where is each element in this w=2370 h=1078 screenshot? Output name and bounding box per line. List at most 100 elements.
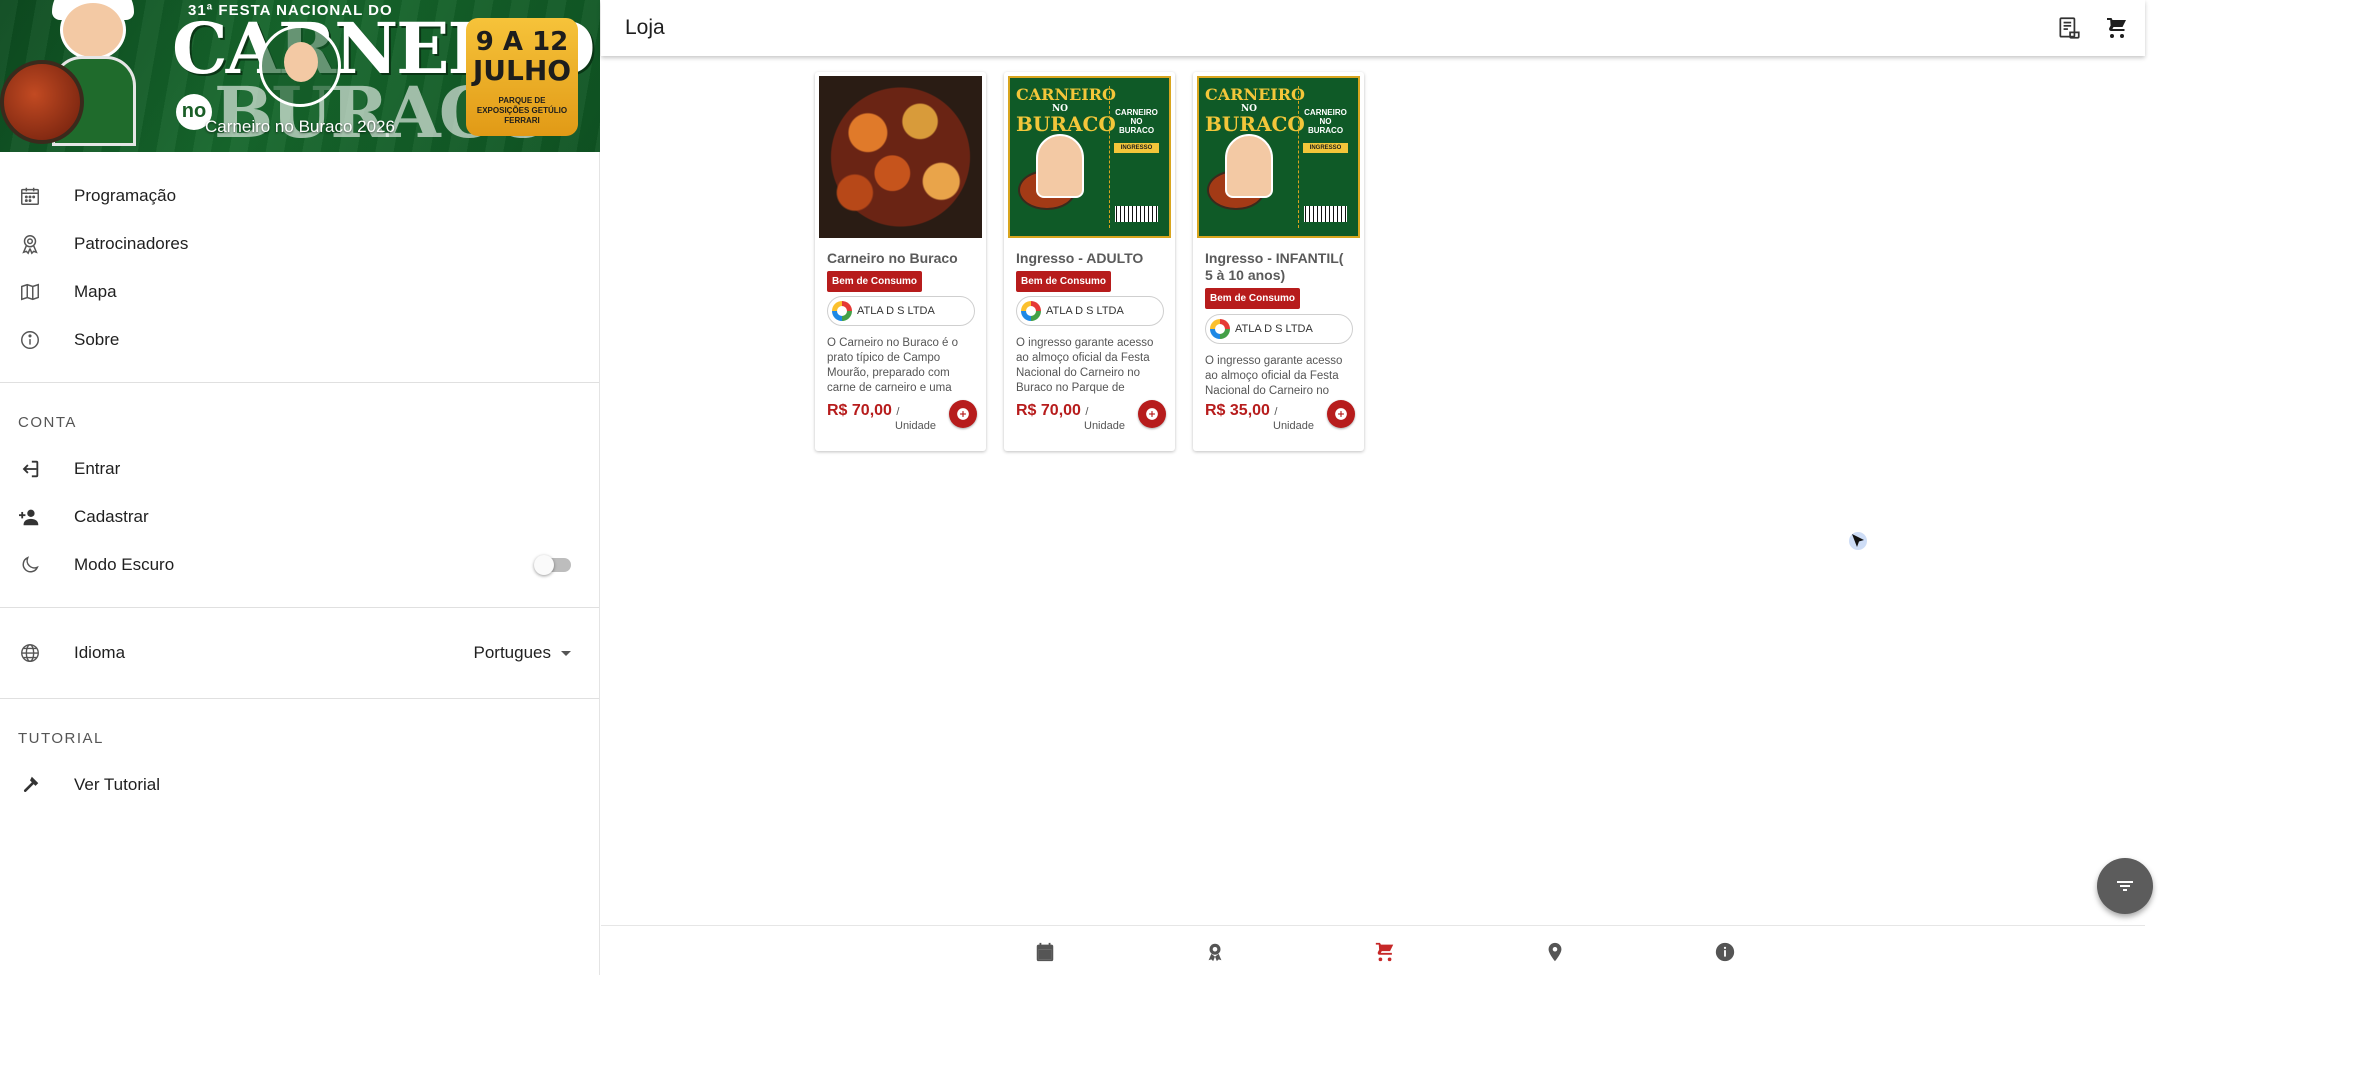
- location-pin-icon: [1548, 942, 1562, 962]
- nav-item-sobre[interactable]: Sobre: [0, 316, 599, 364]
- ticket-stub-title: CARNEIRO NO BURACO: [1304, 108, 1347, 135]
- section-title-tutorial: TUTORIAL: [18, 730, 104, 747]
- cart-icon: [1375, 942, 1394, 962]
- ticket-word-1: CARNEIRO: [1205, 85, 1305, 104]
- page-title: Loja: [625, 16, 665, 39]
- mouse-cursor: [1849, 532, 1867, 550]
- bottom-nav-patrocinadores[interactable]: [1201, 938, 1229, 966]
- add-circle-icon: [957, 408, 969, 420]
- main-content: Loja Carneiro no Buraco Bem de Consumo A…: [601, 0, 2153, 975]
- vendor-logo: [1021, 301, 1041, 321]
- price-separator: /: [1274, 406, 1278, 418]
- globe-icon: [18, 641, 42, 665]
- map-icon: [18, 280, 42, 304]
- price-unit: Unidade: [1273, 420, 1314, 432]
- add-to-cart-button[interactable]: [949, 400, 977, 428]
- nav-item-programacao[interactable]: Programação: [0, 172, 599, 220]
- dark-mode-toggle[interactable]: [534, 555, 571, 575]
- top-actions: [2055, 14, 2131, 42]
- product-name: Ingresso - ADULTO: [1016, 250, 1144, 266]
- app-root: 31ª FESTA NACIONAL DO CARNEIRO no BURACO…: [0, 0, 2370, 1078]
- price-row: R$ 35,00 / Unidade: [1205, 400, 1357, 432]
- vendor-chip[interactable]: ATLA D S LTDA: [1205, 314, 1353, 344]
- nav-item-ver-tutorial[interactable]: Ver Tutorial: [0, 761, 599, 809]
- orders-receipt-button[interactable]: [2055, 14, 2083, 42]
- nav-label: Idioma: [74, 643, 126, 662]
- ticket-stub-tag: INGRESSO: [1114, 143, 1159, 153]
- filter-icon: [2117, 881, 2133, 891]
- info-icon: [1715, 942, 1735, 962]
- ticket-title-art: CARNEIRO NO BURACO: [1016, 85, 1116, 136]
- vendor-logo: [1210, 319, 1230, 339]
- ticket-stub-title: CARNEIRO NO BURACO: [1115, 108, 1158, 135]
- category-badge: Bem de Consumo: [1016, 271, 1112, 292]
- bottom-nav-programacao[interactable]: [1031, 938, 1059, 966]
- ticket-word-1: CARNEIRO: [1016, 85, 1116, 104]
- award-icon: [1208, 943, 1222, 962]
- product-description: O ingresso garante acesso ao almoço ofic…: [1016, 337, 1154, 394]
- product-card[interactable]: Carneiro no Buraco Bem de Consumo ATLA D…: [815, 72, 986, 451]
- product-grid: Carneiro no Buraco Bem de Consumo ATLA D…: [815, 72, 1364, 451]
- product-info: Carneiro no Buraco Bem de Consumo: [827, 250, 977, 292]
- add-circle-icon: [1335, 408, 1347, 420]
- sidebar: 31ª FESTA NACIONAL DO CARNEIRO no BURACO…: [0, 0, 600, 975]
- banner-date-month: JULHO: [472, 54, 572, 87]
- vendor-chip[interactable]: ATLA D S LTDA: [1016, 296, 1164, 326]
- price-unit: Unidade: [895, 420, 936, 432]
- nav-item-modo-escuro[interactable]: Modo Escuro: [0, 541, 599, 589]
- product-name: Carneiro no Buraco: [827, 250, 958, 266]
- product-description: O Carneiro no Buraco é o prato típico de…: [827, 337, 959, 394]
- language-select[interactable]: Portugues: [473, 643, 571, 663]
- product-image-food: [819, 76, 982, 238]
- ticket-word-3: BURACO: [1016, 112, 1116, 136]
- nav-item-mapa[interactable]: Mapa: [0, 268, 599, 316]
- product-card[interactable]: CARNEIRO NO BURACO CARNEIRO NO BURACO IN…: [1004, 72, 1175, 451]
- divider: [0, 698, 599, 699]
- receipt-icon: [2059, 17, 2080, 39]
- cart-icon: [2107, 18, 2126, 38]
- event-banner: 31ª FESTA NACIONAL DO CARNEIRO no BURACO…: [0, 0, 600, 152]
- nav-item-cadastrar[interactable]: Cadastrar: [0, 493, 599, 541]
- nav-label: Modo Escuro: [74, 555, 175, 574]
- product-image-ticket: CARNEIRO NO BURACO CARNEIRO NO BURACO IN…: [1197, 76, 1360, 238]
- bottom-nav-sobre[interactable]: [1711, 938, 1739, 966]
- nav-label: Programação: [74, 186, 177, 205]
- product-description: O ingresso garante acesso ao almoço ofic…: [1205, 355, 1343, 396]
- nav-label: Cadastrar: [74, 507, 149, 526]
- hammer-icon: [18, 773, 42, 797]
- language-value: Portugues: [473, 643, 552, 662]
- cart-button[interactable]: [2103, 14, 2131, 42]
- login-icon: [18, 457, 42, 481]
- main-nav: Programação Patrocinadores Mapa Sobre: [0, 152, 599, 364]
- nav-item-patrocinadores[interactable]: Patrocinadores: [0, 220, 599, 268]
- category-badge: Bem de Consumo: [1205, 288, 1301, 309]
- product-card[interactable]: CARNEIRO NO BURACO CARNEIRO NO BURACO IN…: [1193, 72, 1364, 451]
- info-icon: [18, 328, 42, 352]
- nav-item-idioma[interactable]: Idioma Portugues: [0, 629, 599, 677]
- filter-fab[interactable]: [2097, 858, 2153, 914]
- top-app-bar: Loja: [601, 0, 2145, 56]
- vendor-name: ATLA D S LTDA: [1046, 305, 1124, 317]
- vendor-chip[interactable]: ATLA D S LTDA: [827, 296, 975, 326]
- person-add-icon: [18, 505, 42, 529]
- divider: [0, 382, 599, 383]
- add-to-cart-button[interactable]: [1138, 400, 1166, 428]
- nav-label: Sobre: [74, 330, 120, 349]
- ticket-title-art: CARNEIRO NO BURACO: [1205, 85, 1305, 135]
- barcode-graphic: [1304, 206, 1347, 222]
- category-badge: Bem de Consumo: [827, 271, 923, 292]
- product-image-ticket: CARNEIRO NO BURACO CARNEIRO NO BURACO IN…: [1008, 76, 1171, 238]
- bottom-nav-loja[interactable]: [1371, 938, 1399, 966]
- bottom-nav-mapa[interactable]: [1541, 938, 1569, 966]
- product-price: R$ 70,00: [1016, 402, 1081, 419]
- product-name: Ingresso - INFANTIL( 5 à 10 anos): [1205, 250, 1344, 283]
- vendor-name: ATLA D S LTDA: [1235, 323, 1313, 335]
- price-row: R$ 70,00 / Unidade: [827, 400, 979, 432]
- nav-label: Mapa: [74, 282, 117, 301]
- add-to-cart-button[interactable]: [1327, 400, 1355, 428]
- nav-item-entrar[interactable]: Entrar: [0, 445, 599, 493]
- toggle-knob: [534, 555, 554, 575]
- event-avatar: [259, 25, 341, 107]
- vendor-name: ATLA D S LTDA: [857, 305, 935, 317]
- ticket-chef-art: [1225, 134, 1273, 198]
